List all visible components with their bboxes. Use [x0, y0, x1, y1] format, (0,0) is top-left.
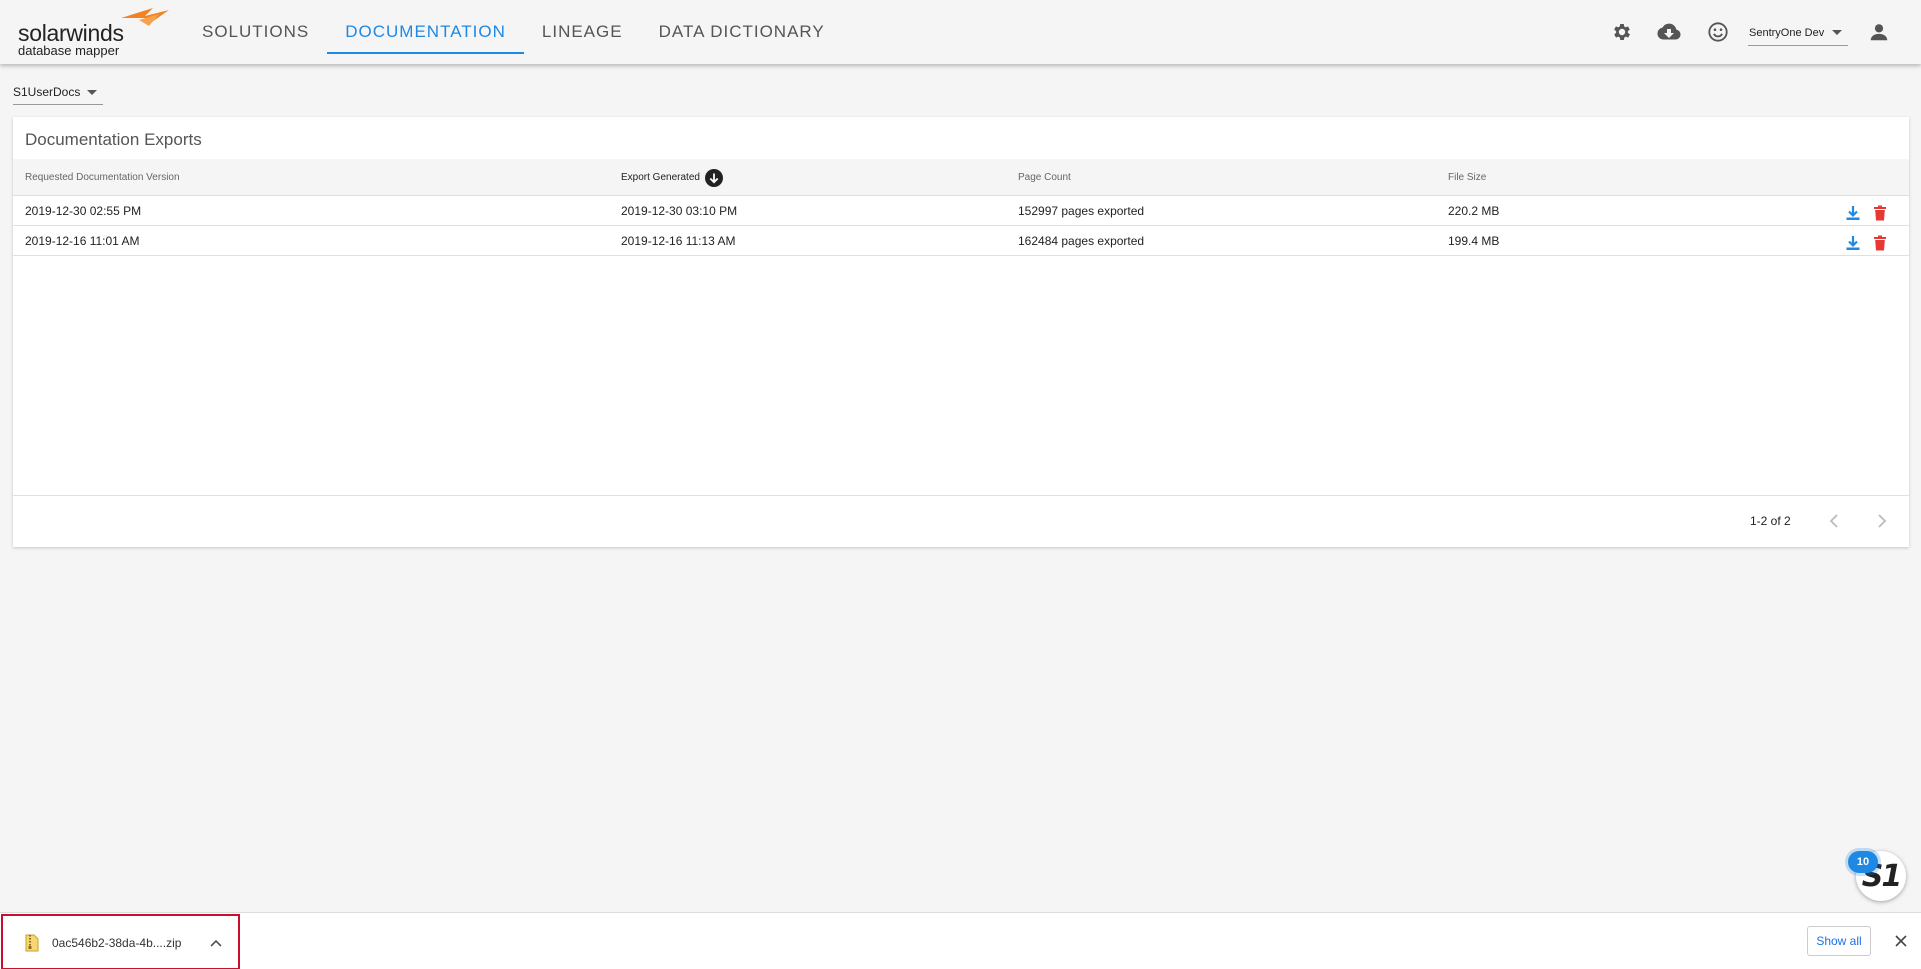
table-row: 2019-12-30 02:55 PM 2019-12-30 03:10 PM …	[13, 196, 1909, 226]
user-select-value: SentryOne Dev	[1749, 26, 1825, 39]
user-select[interactable]: SentryOne Dev	[1748, 20, 1848, 46]
pagination-label: 1-2 of 2	[1750, 514, 1791, 528]
column-header-requested[interactable]: Requested Documentation Version	[25, 159, 180, 196]
cloud-download-icon[interactable]	[1656, 19, 1682, 45]
download-icon[interactable]	[1844, 234, 1861, 251]
cell-file-size: 199.4 MB	[1448, 234, 1500, 248]
chevron-left-icon[interactable]	[1823, 510, 1845, 532]
table-header: Requested Documentation Version Export G…	[13, 159, 1909, 196]
sort-descending-icon[interactable]	[704, 168, 723, 187]
chevron-up-icon[interactable]	[209, 936, 223, 950]
chevron-down-icon	[87, 90, 97, 95]
app-header: solarwinds database mapper SOLUTIONS DOC…	[0, 0, 1921, 64]
download-bar: 0ac546b2-38da-4b....zip Show all	[0, 912, 1921, 969]
cell-file-size: 220.2 MB	[1448, 204, 1500, 218]
nav-solutions[interactable]: SOLUTIONS	[184, 0, 327, 64]
column-header-generated[interactable]: Export Generated	[621, 159, 723, 196]
show-all-downloads-button[interactable]: Show all	[1807, 926, 1871, 956]
delete-icon[interactable]	[1871, 204, 1888, 221]
table-row: 2019-12-16 11:01 AM 2019-12-16 11:13 AM …	[13, 226, 1909, 256]
cell-requested: 2019-12-16 11:01 AM	[25, 234, 140, 248]
solarwinds-logo[interactable]: solarwinds database mapper	[18, 6, 169, 58]
cell-generated: 2019-12-16 11:13 AM	[621, 234, 736, 248]
documentation-select[interactable]: S1UserDocs	[13, 80, 103, 105]
main-nav: SOLUTIONS DOCUMENTATION LINEAGE DATA DIC…	[184, 0, 843, 64]
notification-count-badge: 10	[1848, 851, 1878, 873]
column-header-generated-label: Export Generated	[621, 172, 700, 183]
smiley-icon[interactable]	[1705, 19, 1731, 45]
person-icon[interactable]	[1866, 19, 1892, 45]
logo-product-text: database mapper	[18, 43, 120, 58]
documentation-exports-card: Documentation Exports Requested Document…	[13, 117, 1909, 547]
downloaded-file-name: 0ac546b2-38da-4b....zip	[52, 936, 182, 950]
chevron-right-icon[interactable]	[1871, 510, 1893, 532]
delete-icon[interactable]	[1871, 234, 1888, 251]
downloaded-file-item[interactable]: 0ac546b2-38da-4b....zip	[1, 914, 240, 969]
logo-flame-icon	[121, 8, 169, 26]
documentation-select-value: S1UserDocs	[13, 85, 81, 99]
nav-documentation[interactable]: DOCUMENTATION	[327, 0, 524, 64]
cell-requested: 2019-12-30 02:55 PM	[25, 204, 142, 218]
cell-page-count: 162484 pages exported	[1018, 234, 1145, 248]
card-title: Documentation Exports	[25, 130, 202, 149]
cell-page-count: 152997 pages exported	[1018, 204, 1145, 218]
s1-help-launcher[interactable]: S1 10	[1838, 851, 1910, 903]
nav-data-dictionary[interactable]: DATA DICTIONARY	[641, 0, 843, 64]
table-pagination: 1-2 of 2	[13, 495, 1909, 547]
download-icon[interactable]	[1844, 204, 1861, 221]
column-header-page-count[interactable]: Page Count	[1018, 159, 1071, 196]
nav-lineage[interactable]: LINEAGE	[524, 0, 641, 64]
close-icon[interactable]	[1893, 933, 1909, 949]
gear-icon[interactable]	[1609, 19, 1635, 45]
column-header-file-size[interactable]: File Size	[1448, 159, 1486, 196]
zip-file-icon	[25, 934, 39, 955]
cell-generated: 2019-12-30 03:10 PM	[621, 204, 738, 218]
chevron-down-icon	[1832, 30, 1842, 35]
